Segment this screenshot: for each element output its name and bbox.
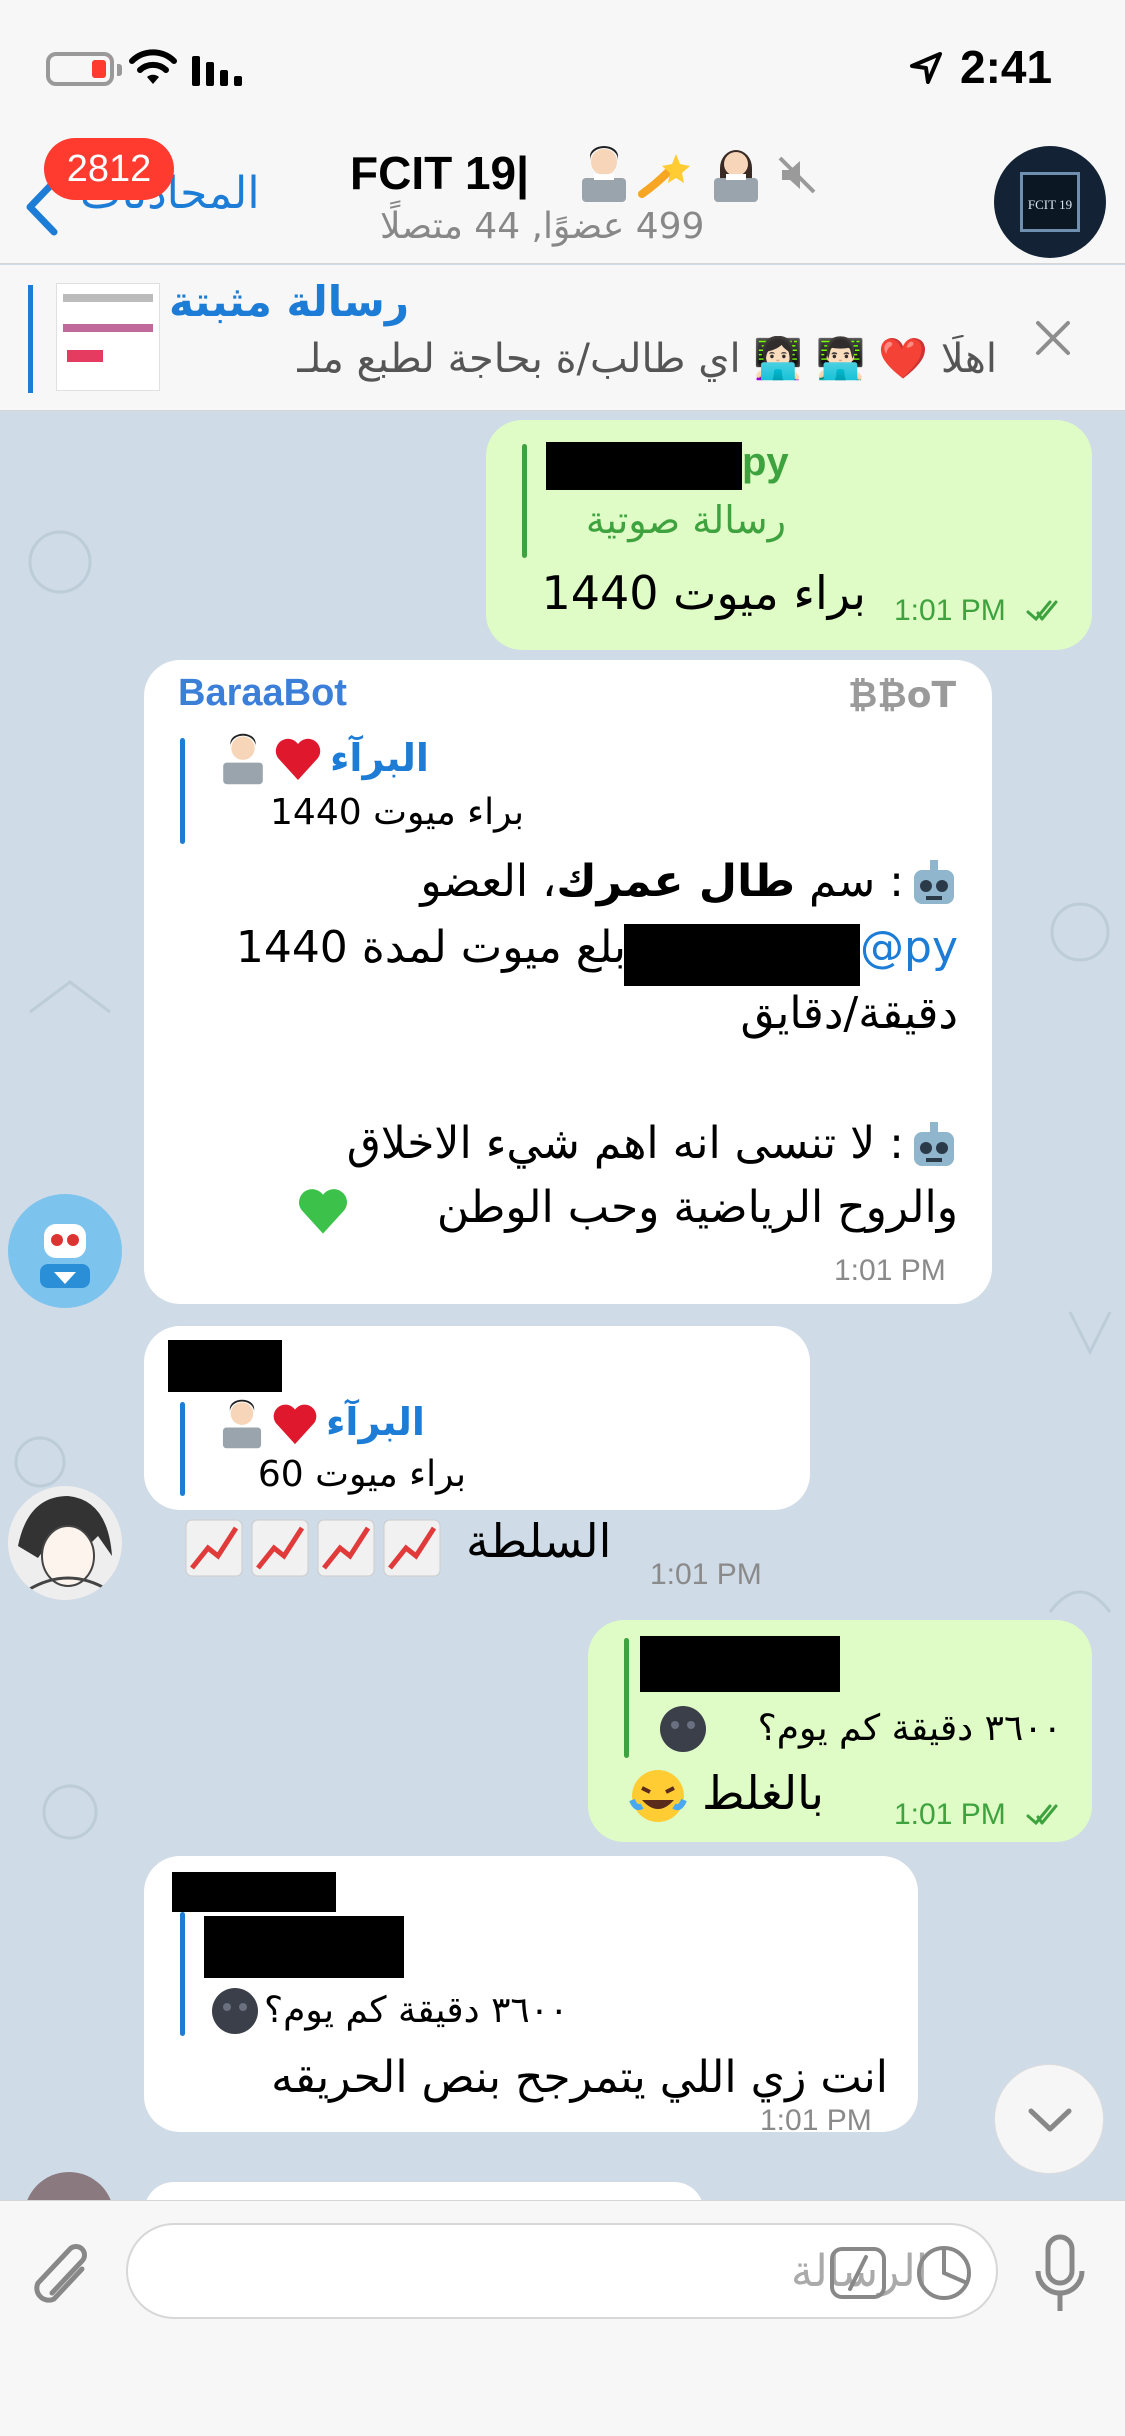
chat-title[interactable]: FCIT 19| (350, 146, 529, 200)
reply-accent-line (180, 738, 185, 844)
redacted-block (624, 924, 860, 986)
bot-message-line-2: بلع ميوت لمدة 1440 (235, 922, 626, 973)
redacted-sender (172, 1872, 336, 1912)
red-heart-icon (273, 1404, 317, 1445)
message-time: 1:01 PM (894, 594, 1006, 627)
message-bubble-out[interactable]: py رسالة صوتية براء ميوت 1440 1:01 PM (486, 420, 1092, 650)
chevron-down-icon (1028, 2108, 1072, 2132)
composer-bar (0, 2200, 1125, 2436)
muted-speaker-icon (778, 156, 816, 194)
bot-message-line-1: : سم طال عمرك، العضو (420, 856, 904, 907)
reply-text: ٣٦٠٠ دقيقة كم يوم؟ (264, 1990, 569, 2031)
pinned-title: رسالة مثبتة (168, 277, 409, 326)
dizzy-star-emoji-icon (638, 154, 690, 198)
message-input[interactable] (168, 2233, 928, 2309)
paperclip-icon[interactable] (30, 2239, 100, 2319)
message-bubble-out[interactable]: ٣٦٠٠ دقيقة كم يوم؟ بالغلط 1:01 PM (588, 1620, 1092, 1842)
laughing-tears-emoji-icon (629, 1770, 687, 1822)
message-text: السلطة (466, 1514, 612, 1568)
group-avatar-label: FCIT 19 (1020, 172, 1080, 232)
redacted-block (640, 1636, 840, 1692)
message-time: 1:01 PM (650, 1558, 762, 1591)
robot-emoji-icon (914, 1122, 954, 1166)
mention-link[interactable]: py@ (860, 922, 958, 973)
redacted-block (204, 1916, 404, 1978)
reply-accent-line (180, 1402, 185, 1496)
new-moon-face-icon (660, 1706, 706, 1752)
admin-badge: ₿₿oT (848, 675, 956, 716)
woman-technologist-emoji-icon (714, 150, 758, 202)
chart-increasing-emojis (185, 1519, 441, 1577)
message-list[interactable]: py رسالة صوتية براء ميوت 1440 1:01 PM Ba… (0, 412, 1125, 2200)
signal-icon (192, 56, 242, 86)
message-bubble-in-partial[interactable] (144, 2182, 704, 2200)
status-bar: 2:41 (0, 0, 1125, 132)
bot-message-line-4: : لا تنسى انه اهم شيء الاخلاق (346, 1118, 904, 1169)
reply-accent-line (180, 1912, 185, 2036)
message-time: 1:01 PM (760, 2104, 872, 2137)
redacted-block (546, 442, 742, 490)
reply-name: البرآء (330, 736, 429, 780)
sticker-icon[interactable] (914, 2243, 974, 2303)
new-moon-face-icon (212, 1988, 258, 2034)
reply-accent-line (624, 1638, 629, 1758)
bot-message-line-3: دقيقة/دقايق (740, 988, 958, 1039)
message-bubble-in[interactable]: BaraaBot ₿₿oT البرآء براء ميوت 1440 : سم… (144, 660, 992, 1304)
pinned-accent-line (28, 285, 33, 393)
robot-avatar-icon (40, 1224, 90, 1288)
reply-text: براء ميوت 1440 (270, 792, 524, 833)
message-text: انت زي اللي يتمرجح بنص الحريقه (271, 2052, 888, 2103)
bot-message-line-5: والروح الرياضية وحب الوطن (436, 1182, 958, 1233)
chat-header: المحادثات 2812 FCIT 19| 499 عضوًا, 44 مت… (0, 132, 1125, 264)
red-heart-icon (275, 738, 321, 780)
anime-avatar-icon (18, 1496, 112, 1592)
close-icon[interactable] (1032, 317, 1074, 359)
message-time: 1:01 PM (894, 1798, 1006, 1831)
read-checks-icon (1026, 600, 1058, 622)
reply-name: البرآء (326, 1400, 425, 1444)
group-avatar[interactable]: FCIT 19 (994, 146, 1106, 258)
scroll-down-button[interactable] (994, 2064, 1104, 2174)
status-time: 2:41 (960, 41, 1053, 93)
unread-count-badge: 2812 (44, 138, 174, 200)
user-avatar[interactable] (8, 1486, 122, 1600)
pinned-message-bar[interactable]: رسالة مثبتة اهلًا ❤️ 👨🏻‍💻 👩🏻‍💻 اي طالب/ة… (0, 265, 1125, 411)
bot-commands-icon[interactable] (828, 2245, 888, 2301)
microphone-icon[interactable] (1030, 2231, 1090, 2321)
message-field[interactable] (126, 2223, 998, 2319)
redacted-sender (168, 1340, 282, 1392)
robot-emoji-icon (914, 860, 954, 904)
location-arrow-icon (910, 52, 942, 84)
green-heart-icon (299, 1189, 347, 1234)
message-bubble-in[interactable]: البرآء براء ميوت 60 السلطة 1:01 PM (144, 1326, 810, 1591)
message-text: براء ميوت 1440 (541, 566, 866, 620)
reply-name-suffix: py (742, 440, 789, 484)
reply-text: ٣٦٠٠ دقيقة كم يوم؟ (757, 1708, 1062, 1749)
man-technologist-emoji-icon (223, 733, 263, 785)
sender-name: BaraaBot (178, 672, 347, 714)
pinned-text: اهلًا ❤️ 👨🏻‍💻 👩🏻‍💻 اي طالب/ة بحاجة لطبع … (297, 336, 997, 382)
message-time: 1:01 PM (834, 1254, 946, 1287)
message-text: بالغلط (702, 1766, 824, 1820)
pinned-thumbnail (56, 283, 160, 391)
bot-avatar[interactable] (8, 1194, 122, 1308)
wifi-icon (129, 49, 177, 84)
reply-text: رسالة صوتية (585, 498, 786, 542)
read-checks-icon (1026, 1804, 1058, 1826)
member-count: 499 عضوًا, 44 متصلًا (380, 206, 705, 247)
battery-icon (46, 52, 122, 86)
man-technologist-emoji-icon (582, 146, 626, 202)
message-bubble-in[interactable]: ٣٦٠٠ دقيقة كم يوم؟ انت زي اللي يتمرجح بن… (144, 1856, 918, 2137)
reply-accent-line (522, 444, 527, 558)
reply-text: براء ميوت 60 (257, 1454, 466, 1495)
man-technologist-emoji-icon (222, 1399, 262, 1449)
